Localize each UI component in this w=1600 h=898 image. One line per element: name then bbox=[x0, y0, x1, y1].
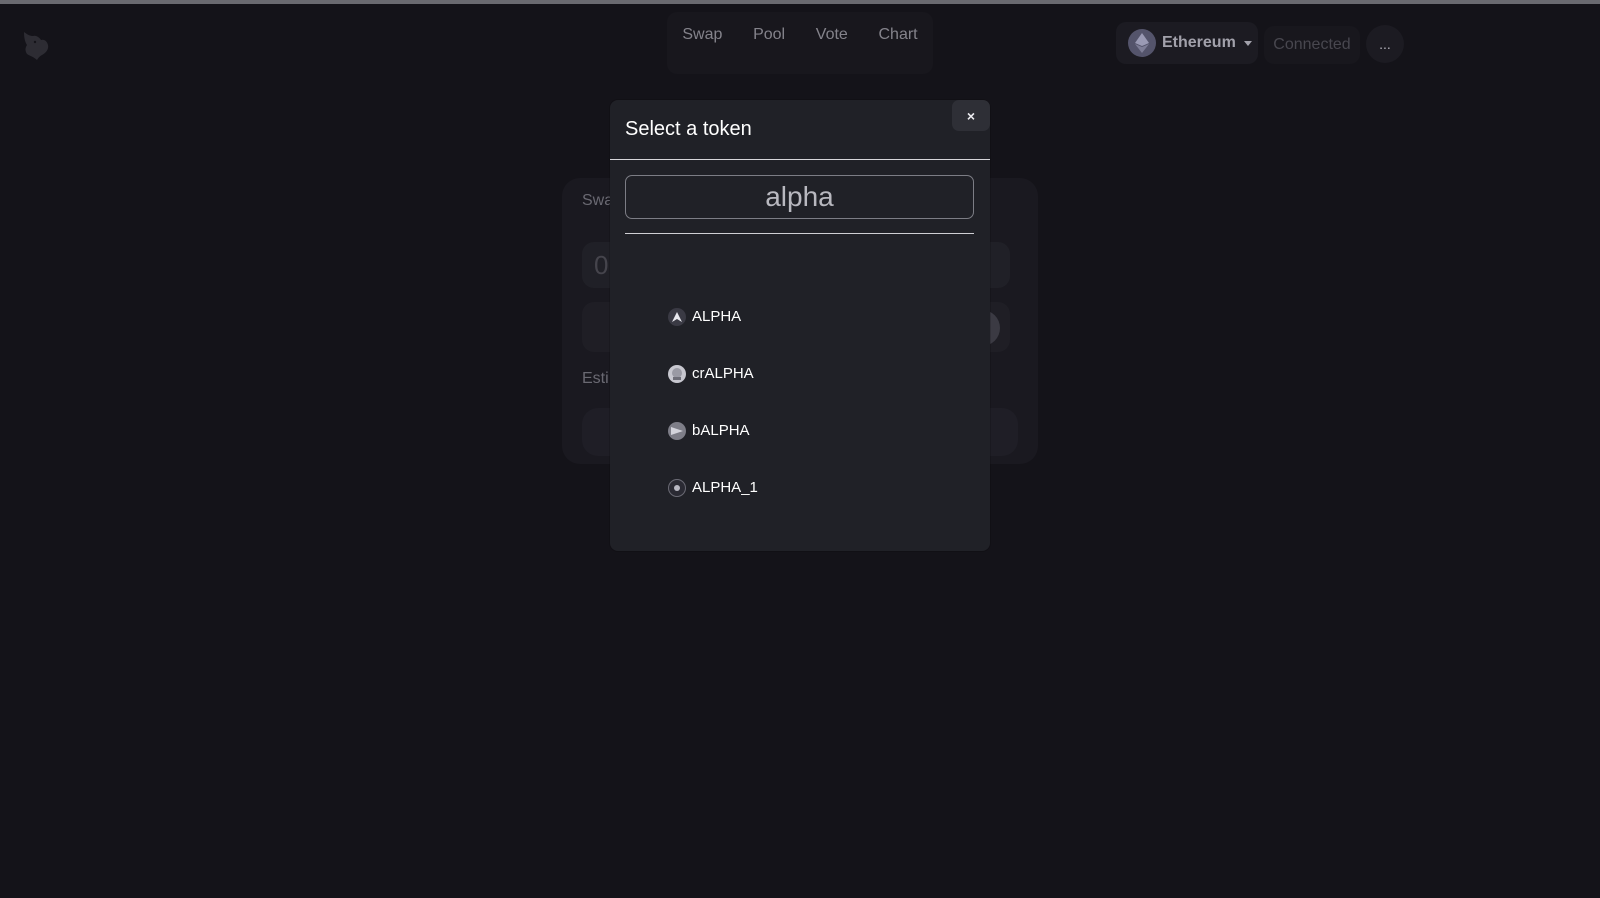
chevron-down-icon bbox=[1243, 40, 1252, 46]
swap-amount-value: 0 bbox=[594, 250, 609, 280]
uniswap-logo-icon[interactable] bbox=[18, 26, 54, 62]
alpha1-token-icon bbox=[668, 478, 686, 497]
modal-header-divider bbox=[610, 159, 990, 160]
token-item-alpha[interactable]: ALPHA bbox=[668, 288, 758, 345]
token-list: ALPHA crALPHA bALPHA ALPHA_1 bbox=[668, 298, 758, 526]
network-label: Ethereum bbox=[1162, 34, 1236, 51]
nav-pool[interactable]: Pool bbox=[747, 22, 791, 48]
main-nav: Swap Pool Vote Chart bbox=[667, 12, 933, 74]
nav-swap[interactable]: Swap bbox=[676, 22, 728, 48]
token-item-alpha-1[interactable]: ALPHA_1 bbox=[668, 459, 758, 516]
swap-card-title: Swa bbox=[582, 192, 614, 209]
swap-estimate-label: Esti bbox=[582, 370, 609, 387]
token-item-cralpha[interactable]: crALPHA bbox=[668, 345, 758, 402]
nav-vote[interactable]: Vote bbox=[810, 22, 854, 48]
window-top-border bbox=[0, 0, 1600, 4]
more-menu-button[interactable]: ... bbox=[1366, 25, 1404, 63]
alpha-token-icon bbox=[668, 307, 686, 326]
network-selector[interactable]: Ethereum bbox=[1116, 22, 1258, 64]
search-divider bbox=[625, 233, 974, 234]
nav-chart[interactable]: Chart bbox=[873, 22, 924, 48]
token-label: bALPHA bbox=[692, 422, 750, 439]
ethereum-icon bbox=[1128, 29, 1156, 57]
close-button[interactable]: × bbox=[952, 100, 990, 131]
token-label: ALPHA bbox=[692, 308, 742, 325]
connected-status[interactable]: Connected bbox=[1264, 26, 1360, 64]
token-select-modal: Select a token × ALPHA crALPHA bALPHA bbox=[610, 100, 990, 551]
token-label: crALPHA bbox=[692, 365, 754, 382]
token-label: ALPHA_1 bbox=[692, 479, 758, 496]
token-item-balpha[interactable]: bALPHA bbox=[668, 402, 758, 459]
modal-title: Select a token bbox=[625, 118, 752, 140]
balpha-token-icon bbox=[668, 421, 686, 440]
cralpha-token-icon bbox=[668, 364, 686, 383]
token-search-input[interactable] bbox=[625, 175, 974, 219]
